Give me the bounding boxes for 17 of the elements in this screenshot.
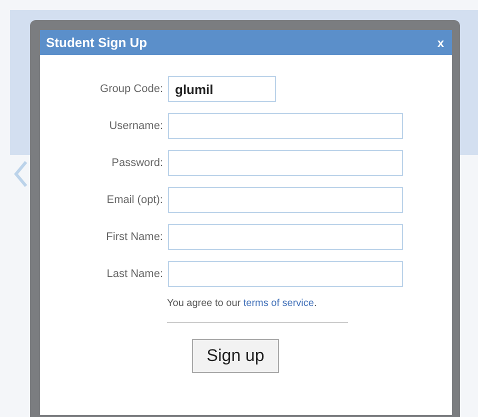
terms-text: You agree to our terms of service. — [167, 298, 318, 309]
field-label: Email (opt): — [106, 194, 164, 206]
input-field[interactable] — [168, 150, 403, 176]
field-label: Last Name: — [106, 268, 164, 280]
terms-link[interactable]: terms of service — [243, 298, 314, 309]
sign-up-button[interactable]: Sign up — [192, 339, 279, 373]
chevron-left-icon[interactable] — [14, 160, 28, 188]
input-field[interactable]: glumil — [168, 76, 276, 102]
input-field[interactable] — [168, 187, 403, 213]
input-field[interactable] — [168, 224, 403, 250]
field-label: Group Code: — [99, 83, 164, 95]
dialog-title: Student Sign Up — [46, 35, 148, 50]
input-field[interactable] — [168, 113, 403, 139]
field-label: Username: — [108, 120, 164, 132]
field-label: First Name: — [105, 231, 164, 243]
input-field[interactable] — [168, 261, 403, 287]
field-label: Password: — [110, 157, 164, 169]
